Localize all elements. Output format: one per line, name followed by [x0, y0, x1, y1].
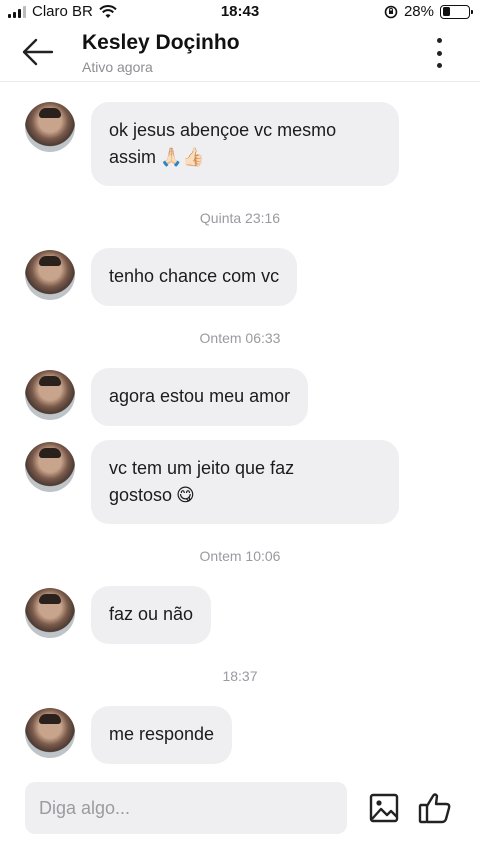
message-bubble[interactable]: tenho chance com vc	[91, 248, 298, 306]
back-button[interactable]	[20, 36, 56, 68]
more-vertical-icon	[436, 38, 442, 43]
timestamp: Quinta 23:16	[199, 210, 281, 226]
chat-header: Kesley Doçinho Ativo agora	[0, 26, 480, 82]
avatar[interactable]	[25, 370, 75, 420]
message-input[interactable]	[25, 782, 347, 834]
message-text: ok jesus abençoe vc mesmo	[109, 120, 337, 140]
message-bubble[interactable]: vc tem um jeito que faz gostoso 😋	[91, 440, 399, 524]
message-bubble[interactable]: me responde	[91, 706, 233, 764]
message-text: vc tem um jeito que faz	[109, 458, 295, 478]
message-bubble[interactable]: agora estou meu amor	[91, 368, 309, 426]
message-composer	[0, 782, 480, 838]
message-text: agora estou meu amor	[109, 386, 291, 406]
avatar[interactable]	[25, 708, 75, 758]
rotation-lock-icon	[384, 5, 398, 18]
presence-status: Ativo agora	[82, 59, 153, 75]
timestamp: Ontem 06:33	[199, 330, 281, 346]
like-button[interactable]	[418, 792, 451, 824]
battery-percent: 28%	[403, 3, 434, 20]
timestamp: Ontem 10:06	[199, 548, 281, 564]
message-bubble[interactable]: ok jesus abençoe vc mesmo assim 🙏🏻👍🏻	[91, 102, 399, 186]
message-bubble[interactable]: faz ou não	[91, 586, 212, 644]
avatar[interactable]	[25, 102, 75, 152]
status-bar: Claro BR 18:43 28%	[0, 0, 480, 24]
contact-info[interactable]: Kesley Doçinho Ativo agora	[82, 31, 240, 75]
back-arrow-icon	[22, 38, 54, 66]
status-right: 28%	[384, 3, 473, 20]
message-text: tenho chance com vc	[109, 266, 280, 286]
image-icon	[369, 793, 399, 823]
thumbs-up-icon	[418, 793, 451, 824]
send-image-button[interactable]	[368, 792, 400, 824]
dot	[436, 63, 442, 68]
battery-fill	[442, 7, 450, 16]
avatar[interactable]	[25, 442, 75, 492]
more-options-button[interactable]	[432, 36, 446, 70]
emoji: 🙏🏻👍🏻	[160, 147, 205, 167]
battery-icon	[440, 4, 473, 19]
dot	[436, 50, 442, 56]
avatar[interactable]	[25, 588, 75, 638]
timestamp: 18:37	[222, 668, 258, 684]
emoji: 😋	[176, 485, 195, 505]
message-list[interactable]: ok jesus abençoe vc mesmo assim 🙏🏻👍🏻 Quin…	[0, 82, 480, 774]
chat-screen: Claro BR 18:43 28% Kesley Doçinho Ativo …	[0, 0, 480, 854]
avatar[interactable]	[25, 250, 75, 300]
message-text: gostoso	[109, 485, 173, 505]
contact-name: Kesley Doçinho	[82, 31, 240, 54]
message-text: me responde	[109, 724, 215, 744]
message-text: faz ou não	[109, 604, 194, 624]
message-text: assim	[109, 147, 157, 167]
